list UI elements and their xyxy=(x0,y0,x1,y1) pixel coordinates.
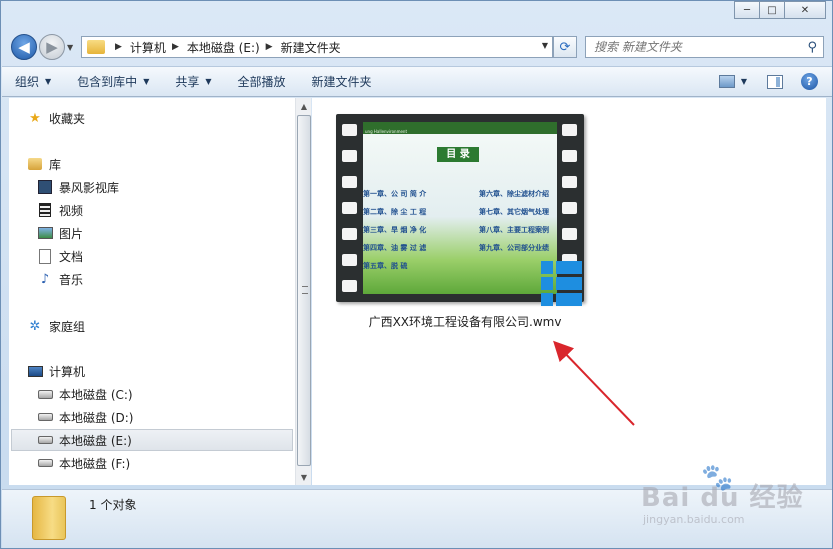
folder-icon xyxy=(32,496,66,540)
nav-drive-d[interactable]: 本地磁盘 (D:) xyxy=(37,406,133,428)
view-options-icon[interactable] xyxy=(718,75,735,88)
recent-pages-dropdown[interactable]: ▼ xyxy=(67,43,73,52)
close-button[interactable]: ✕ xyxy=(784,1,826,19)
search-input[interactable] xyxy=(594,40,794,54)
search-icon[interactable]: ⚲ xyxy=(807,40,817,55)
grip-icon xyxy=(302,286,308,294)
breadcrumb-separator[interactable]: ▶ xyxy=(109,42,130,52)
share-menu[interactable]: 共享 ▼ xyxy=(162,67,224,96)
help-icon[interactable]: ? xyxy=(801,73,818,90)
nav-library-storm[interactable]: 暴风影视库 xyxy=(37,176,119,198)
file-list-pane: ung Hallenvironment 目 录 第一章、公 司 简 介 第二章、… xyxy=(312,98,826,485)
chevron-down-icon: ▼ xyxy=(143,77,150,86)
caption-buttons: ─ □ ✕ xyxy=(734,1,826,19)
nav-library-videos[interactable]: 视频 xyxy=(37,199,83,221)
address-bar[interactable]: ▶ 计算机 ▶ 本地磁盘 (E:) ▶ 新建文件夹 ▼ xyxy=(81,36,553,58)
play-all-button[interactable]: 全部播放 xyxy=(225,67,299,96)
chevron-down-icon: ▼ xyxy=(45,77,52,86)
explorer-window: ─ □ ✕ ◀ ▶ ▼ ▶ 计算机 ▶ 本地磁盘 (E:) ▶ 新建文件夹 ▼ ⟳ … xyxy=(0,0,833,549)
command-bar: 组织 ▼ 包含到库中 ▼ 共享 ▼ 全部播放 新建文件夹 ▼ ? xyxy=(2,66,832,97)
drive-icon xyxy=(37,455,53,471)
star-icon: ★ xyxy=(29,110,41,126)
nav-drive-f[interactable]: 本地磁盘 (F:) xyxy=(37,452,130,474)
breadcrumb-computer[interactable]: 计算机 ▶ xyxy=(130,39,187,56)
folder-icon xyxy=(87,40,105,54)
view-options-dropdown[interactable]: ▼ xyxy=(741,77,747,86)
scroll-down-arrow[interactable]: ▼ xyxy=(296,469,312,485)
nav-homegroup[interactable]: ✲ 家庭组 xyxy=(27,315,85,337)
search-box[interactable]: ⚲ xyxy=(585,36,824,58)
item-count: 1 个对象 xyxy=(89,498,137,512)
nav-library-documents[interactable]: 文档 xyxy=(37,245,83,267)
maximize-button[interactable]: □ xyxy=(759,1,785,19)
nav-library-pictures[interactable]: 图片 xyxy=(37,222,83,244)
refresh-icon: ⟳ xyxy=(559,39,571,55)
address-history-dropdown[interactable]: ▼ xyxy=(542,41,548,50)
watermark-url: jingyan.baidu.com xyxy=(643,513,745,526)
watermark-brand: Bai du 经验 xyxy=(641,483,804,513)
organize-menu[interactable]: 组织 ▼ xyxy=(2,67,64,96)
scroll-thumb[interactable] xyxy=(297,115,311,466)
back-button[interactable]: ◀ xyxy=(11,34,37,60)
nav-library-music[interactable]: ♪ 音乐 xyxy=(37,268,83,290)
nav-drive-c[interactable]: 本地磁盘 (C:) xyxy=(37,383,133,405)
nav-drive-e[interactable]: 本地磁盘 (E:) xyxy=(11,429,293,451)
computer-icon xyxy=(27,363,43,379)
breadcrumb-drive-e[interactable]: 本地磁盘 (E:) ▶ xyxy=(187,39,281,56)
breadcrumb-new-folder[interactable]: 新建文件夹 xyxy=(281,39,341,56)
forward-button[interactable]: ▶ xyxy=(39,34,65,60)
navigation-pane: ★ 收藏夹 库 暴风影视库 视频 图片 文档 ♪ 音乐 ✲ 家庭组 计算机 本地磁盘 … xyxy=(9,98,295,485)
preview-pane-icon[interactable] xyxy=(767,74,783,89)
refresh-button[interactable]: ⟳ xyxy=(553,36,577,58)
nav-computer[interactable]: 计算机 xyxy=(27,360,85,382)
chevron-down-icon: ▼ xyxy=(205,77,212,86)
include-in-library-menu[interactable]: 包含到库中 ▼ xyxy=(64,67,162,96)
video-library-icon xyxy=(37,179,53,195)
drive-icon xyxy=(37,409,53,425)
new-folder-button[interactable]: 新建文件夹 xyxy=(299,67,385,96)
annotation-arrow xyxy=(553,340,635,426)
minimize-button[interactable]: ─ xyxy=(734,1,760,19)
nav-libraries[interactable]: 库 xyxy=(27,153,61,175)
picture-icon xyxy=(37,225,53,241)
document-icon xyxy=(37,248,53,264)
nav-favorites[interactable]: ★ 收藏夹 xyxy=(27,107,85,129)
scroll-up-arrow[interactable]: ▲ xyxy=(296,98,312,114)
system-drive-icon xyxy=(37,386,53,402)
music-note-icon: ♪ xyxy=(40,271,50,287)
nav-scrollbar[interactable]: ▲ ▼ xyxy=(295,98,311,485)
homegroup-icon: ✲ xyxy=(29,318,41,334)
drive-icon xyxy=(37,432,53,448)
film-icon xyxy=(37,202,53,218)
library-icon xyxy=(27,156,43,172)
baidu-watermark: 🐾 Bai du 经验 jingyan.baidu.com xyxy=(641,463,821,543)
